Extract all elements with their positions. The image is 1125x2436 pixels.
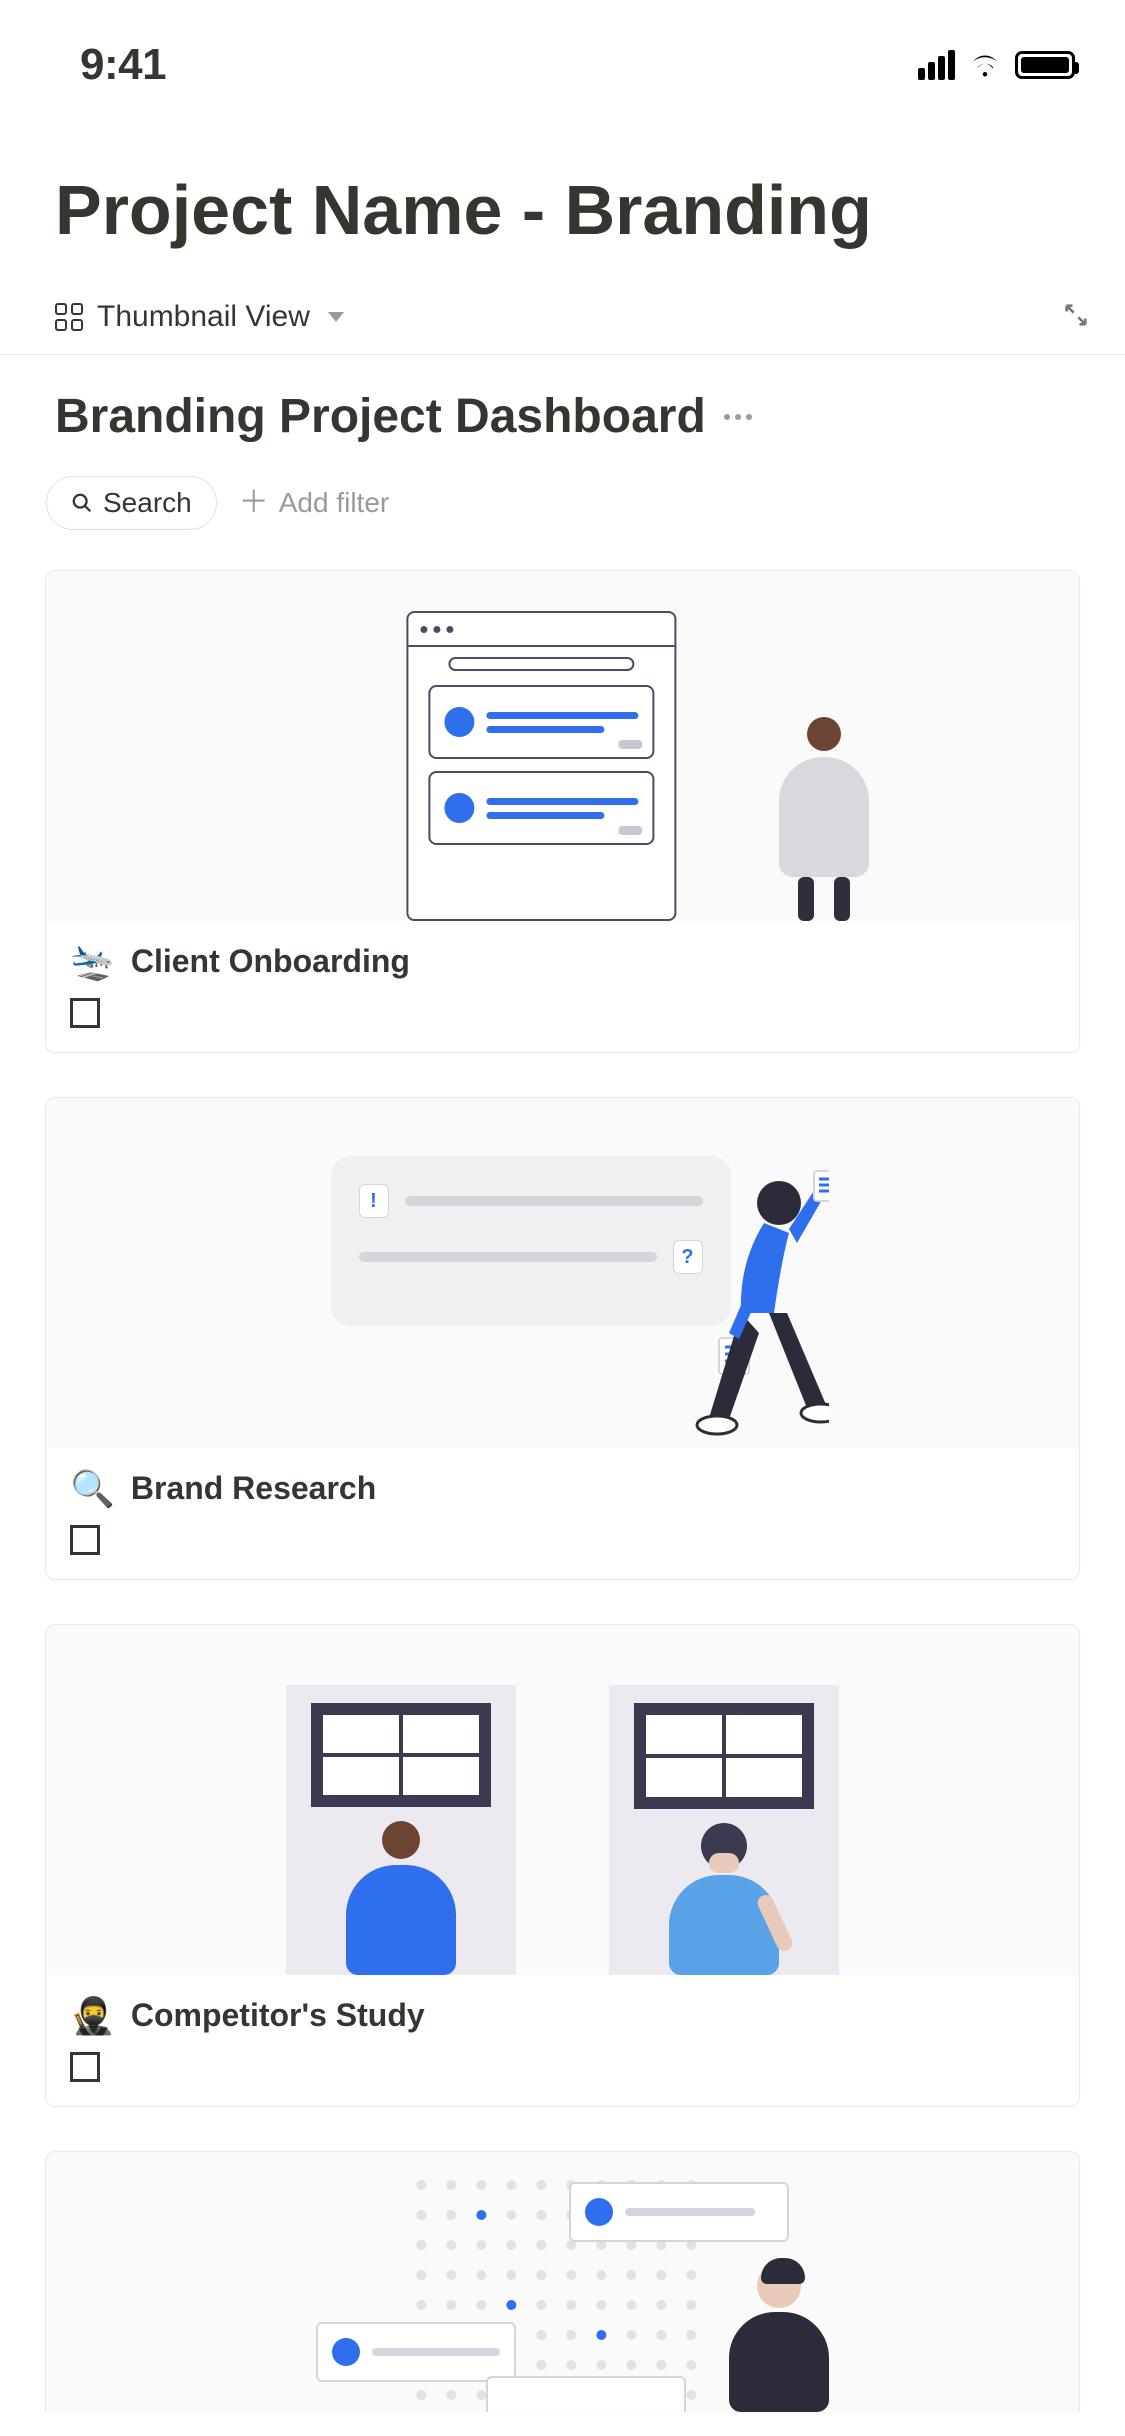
card-emoji-icon: 🔍 xyxy=(70,1471,115,1507)
card-checkbox[interactable] xyxy=(70,1525,100,1555)
battery-icon xyxy=(1015,51,1075,79)
view-selector[interactable]: Thumbnail View xyxy=(55,300,344,334)
add-filter-button[interactable]: ＋ Add filter xyxy=(239,487,390,519)
status-time: 9:41 xyxy=(80,40,166,90)
card-checkbox[interactable] xyxy=(70,998,100,1028)
card-cover: ! ? xyxy=(46,1098,1079,1448)
card-title: Client Onboarding xyxy=(131,943,410,980)
search-button[interactable]: Search xyxy=(46,476,217,530)
thumbnail-grid-icon xyxy=(55,303,83,331)
cellular-signal-icon xyxy=(918,50,955,80)
card-emoji-icon: 🛬 xyxy=(70,944,115,980)
card-partial[interactable] xyxy=(45,2151,1080,2412)
chevron-down-icon xyxy=(328,312,344,322)
card-emoji-icon: 🥷 xyxy=(70,1998,115,2034)
card-list: 🛬 Client Onboarding ! ? xyxy=(0,570,1125,2412)
card-cover xyxy=(46,571,1079,921)
search-label: Search xyxy=(103,487,192,519)
view-bar: Thumbnail View xyxy=(0,290,1125,355)
status-bar: 9:41 xyxy=(0,0,1125,130)
card-checkbox[interactable] xyxy=(70,2052,100,2082)
card-cover xyxy=(46,1625,1079,1975)
expand-icon[interactable] xyxy=(1062,301,1090,334)
card-brand-research[interactable]: ! ? xyxy=(45,1097,1080,1580)
dashboard-header: Branding Project Dashboard xyxy=(0,355,1125,462)
card-cover xyxy=(46,2152,1079,2412)
card-title: Competitor's Study xyxy=(131,1997,425,2034)
dashboard-title: Branding Project Dashboard xyxy=(55,389,706,444)
plus-icon: ＋ xyxy=(239,488,269,518)
card-competitors-study[interactable]: 🥷 Competitor's Study xyxy=(45,1624,1080,2107)
add-filter-label: Add filter xyxy=(279,487,390,519)
card-client-onboarding[interactable]: 🛬 Client Onboarding xyxy=(45,570,1080,1053)
status-icons xyxy=(918,49,1075,82)
filter-row: Search ＋ Add filter xyxy=(0,462,1125,570)
view-selector-label: Thumbnail View xyxy=(97,300,310,334)
more-options-icon[interactable] xyxy=(724,414,752,420)
wifi-icon xyxy=(967,49,1003,82)
page-title: Project Name - Branding xyxy=(0,130,1125,290)
card-title: Brand Research xyxy=(131,1470,376,1507)
